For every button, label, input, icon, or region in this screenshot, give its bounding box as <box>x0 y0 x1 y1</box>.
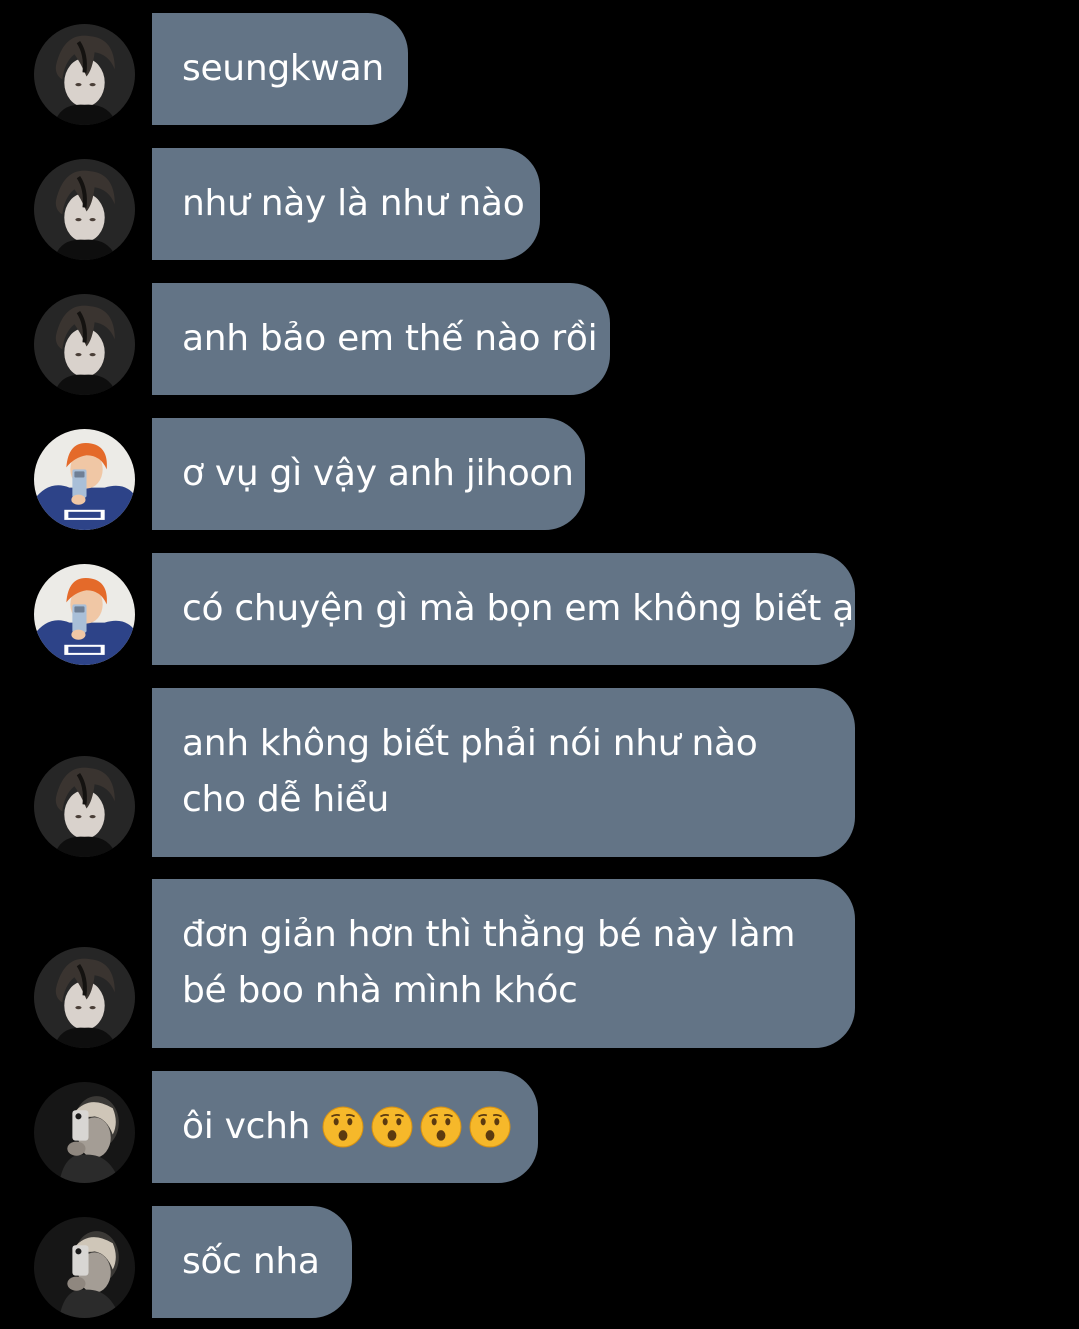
dark-hair-avatar-image <box>34 756 135 857</box>
avatar[interactable] <box>34 24 135 125</box>
blonde-phone-avatar-image <box>34 1217 135 1318</box>
message-row: đơn giản hơn thì thằng bé này làm bé boo… <box>0 879 1079 1048</box>
message-text: ôi vchh <box>182 1106 311 1147</box>
dark-hair-avatar-image <box>34 159 135 260</box>
message-row: sốc nha <box>0 1206 1079 1318</box>
dark-hair-avatar-image <box>34 294 135 395</box>
message-row: có chuyện gì mà bọn em không biết ạ <box>0 553 1079 665</box>
message-bubble[interactable]: anh không biết phải nói như nào cho dễ h… <box>152 688 855 857</box>
message-row: anh bảo em thế nào rồi <box>0 283 1079 395</box>
orange-hair-avatar-image <box>34 429 135 530</box>
message-bubble[interactable]: đơn giản hơn thì thằng bé này làm bé boo… <box>152 879 855 1048</box>
message-text: anh không biết phải nói như nào cho dễ h… <box>182 723 758 820</box>
message-text: có chuyện gì mà bọn em không biết ạ <box>182 588 854 629</box>
avatar[interactable] <box>34 159 135 260</box>
message-bubble[interactable]: anh bảo em thế nào rồi <box>152 283 610 395</box>
emoji-group <box>310 1106 511 1148</box>
message-bubble[interactable]: sốc nha <box>152 1206 352 1318</box>
hushed-face-emoji <box>371 1106 413 1148</box>
message-bubble[interactable]: có chuyện gì mà bọn em không biết ạ <box>152 553 855 665</box>
message-row: anh không biết phải nói như nào cho dễ h… <box>0 688 1079 857</box>
avatar[interactable] <box>34 294 135 395</box>
orange-hair-avatar-image <box>34 564 135 665</box>
avatar[interactable] <box>34 947 135 1048</box>
avatar[interactable] <box>34 756 135 857</box>
hushed-face-emoji <box>322 1106 364 1148</box>
hushed-face-emoji <box>469 1106 511 1148</box>
blonde-phone-avatar-image <box>34 1082 135 1183</box>
dark-hair-avatar-image <box>34 24 135 125</box>
message-text: đơn giản hơn thì thằng bé này làm bé boo… <box>182 914 796 1011</box>
message-row: như này là như nào <box>0 148 1079 260</box>
avatar[interactable] <box>34 1217 135 1318</box>
message-bubble[interactable]: như này là như nào <box>152 148 540 260</box>
hushed-face-emoji <box>420 1106 462 1148</box>
avatar[interactable] <box>34 1082 135 1183</box>
avatar[interactable] <box>34 564 135 665</box>
message-bubble[interactable]: ơ vụ gì vậy anh jihoon <box>152 418 585 530</box>
message-text: ơ vụ gì vậy anh jihoon <box>182 453 574 494</box>
message-text: seungkwan <box>182 48 384 89</box>
message-row: ôi vchh <box>0 1071 1079 1183</box>
dark-hair-avatar-image <box>34 947 135 1048</box>
message-text: anh bảo em thế nào rồi <box>182 318 598 359</box>
message-text: sốc nha <box>182 1241 320 1282</box>
message-text: như này là như nào <box>182 183 525 224</box>
message-row: seungkwan <box>0 13 1079 125</box>
avatar[interactable] <box>34 429 135 530</box>
message-bubble[interactable]: seungkwan <box>152 13 408 125</box>
message-bubble[interactable]: ôi vchh <box>152 1071 538 1183</box>
message-row: ơ vụ gì vậy anh jihoon <box>0 418 1079 530</box>
